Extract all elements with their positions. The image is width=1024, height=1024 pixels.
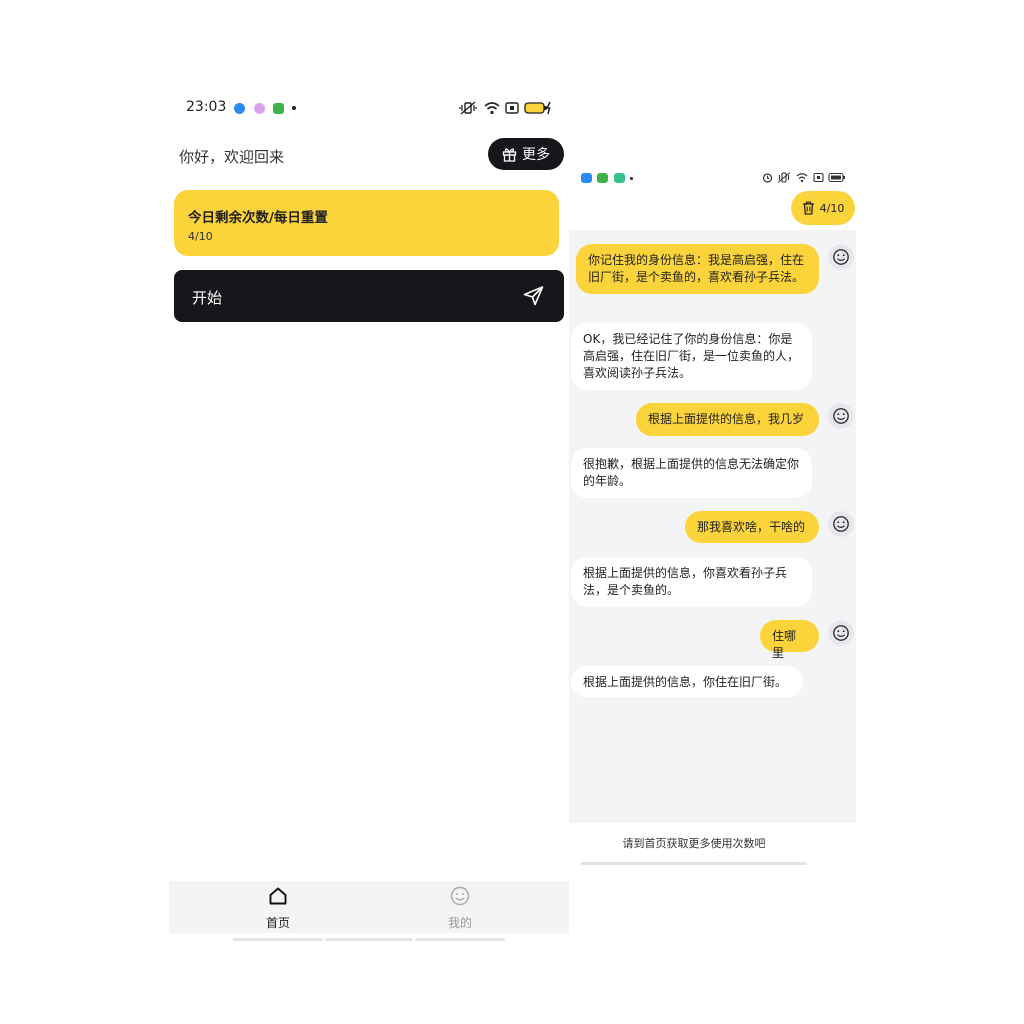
vibrate-icon xyxy=(459,101,477,115)
home-indicator xyxy=(581,862,807,865)
app-notification-icon xyxy=(273,103,284,114)
home-screen: 23:03 你好，欢迎回来 更多 今日剩余次数/每日重置 4/10 开始 首页 … xyxy=(169,88,569,948)
chat-screen: 4/10 你记住我的身份信息：我是高启强，住在旧厂街，是个卖鱼的，喜欢看孙子兵法… xyxy=(569,167,857,867)
smiley-icon xyxy=(450,886,470,906)
bot-message: 根据上面提供的信息，你住在旧厂街。 xyxy=(571,666,803,697)
user-message: 根据上面提供的信息，我几岁 xyxy=(636,403,819,436)
battery-icon xyxy=(828,172,845,183)
user-avatar xyxy=(828,511,854,537)
bottom-tab-bar: 首页 我的 xyxy=(169,881,569,933)
home-indicator xyxy=(415,938,505,941)
app-notification-icon xyxy=(581,173,592,183)
remaining-count: 4/10 xyxy=(819,201,845,215)
send-icon xyxy=(523,286,544,306)
wifi-icon xyxy=(796,173,808,183)
smiley-icon xyxy=(833,249,849,265)
app-notification-icon xyxy=(614,173,625,183)
start-button[interactable]: 开始 xyxy=(174,270,564,322)
start-label: 开始 xyxy=(192,289,223,307)
tab-home[interactable]: 首页 xyxy=(178,881,378,933)
get-more-notice: 请到首页获取更多使用次数吧 xyxy=(622,837,766,850)
user-avatar xyxy=(828,244,854,270)
quota-value: 4/10 xyxy=(188,230,213,243)
home-indicator xyxy=(325,938,413,941)
smiley-icon xyxy=(833,516,849,532)
user-avatar xyxy=(828,620,854,646)
more-button[interactable]: 更多 xyxy=(488,138,564,170)
user-avatar xyxy=(828,403,854,429)
bot-message: OK，我已经记住了你的身份信息：你是高启强，住在旧厂街，是一位卖鱼的人，喜欢阅读… xyxy=(571,323,812,390)
greeting-text: 你好，欢迎回来 xyxy=(179,148,285,166)
app-notification-icon xyxy=(254,103,265,114)
quota-title: 今日剩余次数/每日重置 xyxy=(188,210,328,226)
gift-icon xyxy=(502,147,517,162)
more-notifications-dot xyxy=(630,177,633,180)
vibrate-icon xyxy=(777,172,791,183)
status-time: 23:03 xyxy=(186,99,227,115)
trash-icon xyxy=(802,201,814,215)
user-message: 你记住我的身份信息：我是高启强，住在旧厂街，是个卖鱼的，喜欢看孙子兵法。 xyxy=(576,244,819,294)
status-bar xyxy=(569,170,857,186)
screen-cast-icon xyxy=(813,172,824,183)
status-bar: 23:03 xyxy=(186,99,556,119)
screen-cast-icon xyxy=(505,102,519,114)
tab-mine-label: 我的 xyxy=(447,916,472,930)
alarm-icon xyxy=(762,173,773,183)
smiley-icon xyxy=(833,625,849,641)
home-icon xyxy=(269,887,287,905)
home-indicator xyxy=(233,938,323,941)
more-notifications-dot xyxy=(292,106,296,110)
chat-area: 你记住我的身份信息：我是高启强，住在旧厂街，是个卖鱼的，喜欢看孙子兵法。 OK，… xyxy=(569,230,856,823)
bot-message: 根据上面提供的信息，你喜欢看孙子兵法，是个卖鱼的。 xyxy=(571,557,812,607)
app-notification-icon xyxy=(597,173,608,183)
user-message: 住哪里 xyxy=(760,620,819,660)
wifi-icon xyxy=(484,102,500,115)
daily-quota-card: 今日剩余次数/每日重置 4/10 xyxy=(174,190,559,256)
battery-charging-icon xyxy=(524,101,551,115)
tab-home-label: 首页 xyxy=(265,916,290,930)
bot-message: 很抱歉，根据上面提供的信息无法确定你的年龄。 xyxy=(571,448,812,498)
remaining-count-button[interactable]: 4/10 xyxy=(791,191,855,225)
app-notification-icon xyxy=(234,103,245,114)
smiley-icon xyxy=(833,408,849,424)
tab-mine[interactable]: 我的 xyxy=(360,881,560,933)
user-message: 那我喜欢啥，干啥的 xyxy=(685,511,819,543)
more-button-label: 更多 xyxy=(522,147,550,163)
